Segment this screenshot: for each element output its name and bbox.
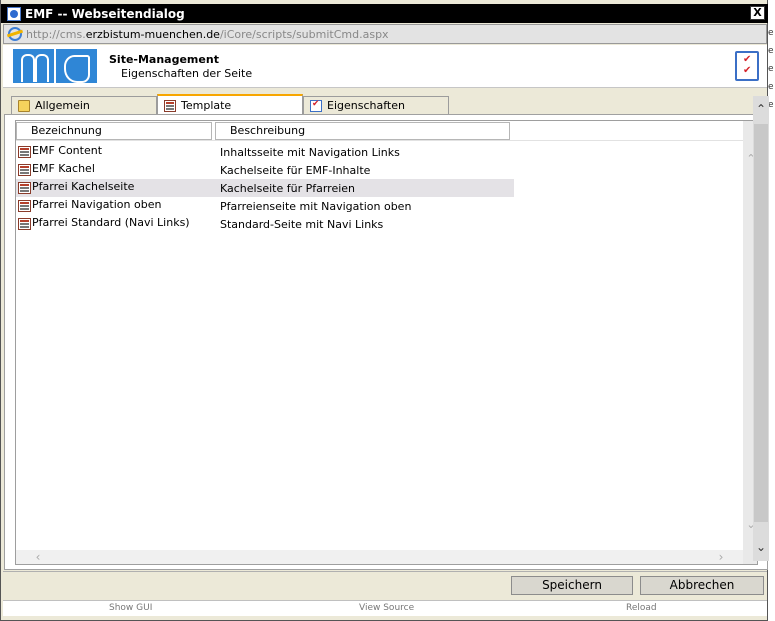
list-header: Bezeichnung Beschreibung <box>16 121 757 141</box>
template-icon <box>18 164 31 176</box>
scrollbar-thumb[interactable] <box>754 124 768 522</box>
save-button[interactable]: Speichern <box>511 576 633 595</box>
tab-template[interactable]: Template <box>157 94 303 115</box>
template-list: Bezeichnung Beschreibung EMF Content Inh… <box>15 120 758 565</box>
dialog-vertical-scrollbar[interactable]: ⌃ ⌄ <box>753 96 769 561</box>
table-row[interactable]: EMF Kachel Kachelseite für EMF-Inhalte <box>16 161 757 179</box>
status-bar: Show GUI View Source Reload <box>3 600 767 616</box>
table-row[interactable]: Pfarrei Standard (Navi Links) Standard-S… <box>16 215 757 233</box>
tab-eigenschaften[interactable]: Eigenschaften <box>303 96 449 114</box>
dialog-header: Site-Management Eigenschaften der Seite <box>3 45 767 88</box>
scroll-down-icon[interactable]: ⌄ <box>753 540 769 554</box>
logo-tile-map <box>56 49 97 83</box>
scroll-left-icon[interactable]: ‹ <box>30 550 46 564</box>
reload-link[interactable]: Reload <box>626 603 657 613</box>
logo-tile-towers <box>13 49 54 83</box>
internet-explorer-icon <box>8 27 22 41</box>
table-row-selected[interactable]: Pfarrei Kachelseite Kachelseite für Pfar… <box>16 179 757 197</box>
row-description: Inhaltsseite mit Navigation Links <box>220 146 400 159</box>
header-title: Site-Management <box>109 53 219 66</box>
close-button[interactable]: X <box>750 6 765 20</box>
row-description: Kachelseite für EMF-Inhalte <box>220 164 371 177</box>
emf-logo <box>13 49 97 83</box>
folder-icon <box>18 99 30 112</box>
ie-app-icon <box>7 6 21 21</box>
row-description: Standard-Seite mit Navi Links <box>220 218 384 231</box>
address-domain: erzbistum-muenchen.de <box>85 27 220 41</box>
row-name: EMF Content <box>32 144 103 157</box>
tab-label: Template <box>181 99 232 112</box>
list-horizontal-scrollbar[interactable]: ‹ › <box>16 550 743 564</box>
template-icon <box>164 99 176 112</box>
row-name: Pfarrei Kachelseite <box>32 180 135 193</box>
scroll-right-icon[interactable]: › <box>713 550 729 564</box>
tab-bar: Allgemein Template Eigenschaften <box>3 94 767 115</box>
window-title: EMF -- Webseitendialog <box>25 6 185 21</box>
address-bar: http://cms. erzbistum-muenchen.de/iCore/s… <box>3 24 767 44</box>
column-header-bezeichnung[interactable]: Bezeichnung <box>16 122 212 140</box>
tab-label: Eigenschaften <box>327 99 405 112</box>
cancel-button[interactable]: Abbrechen <box>640 576 764 595</box>
scroll-up-icon[interactable]: ⌃ <box>753 102 769 116</box>
dialog-footer: Speichern Abbrechen <box>3 571 767 599</box>
row-name: Pfarrei Standard (Navi Links) <box>32 216 190 229</box>
show-gui-link[interactable]: Show GUI <box>109 603 152 613</box>
view-source-link[interactable]: View Source <box>359 603 414 613</box>
row-name: Pfarrei Navigation oben <box>32 198 162 211</box>
checklist-icon <box>735 51 759 81</box>
column-header-beschreibung[interactable]: Beschreibung <box>215 122 510 140</box>
template-icon <box>18 182 31 194</box>
title-bar: EMF -- Webseitendialog X <box>1 4 768 23</box>
tab-allgemein[interactable]: Allgemein <box>11 96 157 114</box>
row-description: Pfarreienseite mit Navigation oben <box>220 200 412 213</box>
tab-label: Allgemein <box>35 99 90 112</box>
template-panel: Bezeichnung Beschreibung EMF Content Inh… <box>4 114 768 570</box>
table-row[interactable]: EMF Content Inhaltsseite mit Navigation … <box>16 143 757 161</box>
row-description: Kachelseite für Pfarreien <box>220 182 356 195</box>
template-icon <box>18 200 31 212</box>
header-subtitle: Eigenschaften der Seite <box>121 67 253 80</box>
dialog-window: EMF -- Webseitendialog X http://cms. erzb… <box>0 0 769 621</box>
address-path: /iCore/scripts/submitCmd.aspx <box>219 27 389 41</box>
address-prefix: http://cms. <box>26 27 86 41</box>
template-icon <box>18 218 31 230</box>
template-icon <box>18 146 31 158</box>
properties-icon <box>310 99 322 112</box>
table-row[interactable]: Pfarrei Navigation oben Pfarreienseite m… <box>16 197 757 215</box>
row-name: EMF Kachel <box>32 162 95 175</box>
